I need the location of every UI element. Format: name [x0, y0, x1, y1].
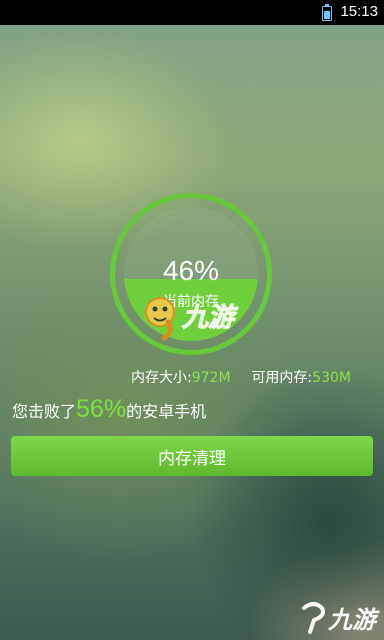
- watermark-text: 九游: [181, 303, 239, 333]
- status-time: 15:13: [340, 3, 378, 20]
- memory-clean-button[interactable]: 内存清理: [11, 436, 373, 476]
- beat-prefix: 您击败了: [12, 402, 77, 421]
- beat-percent: 56%: [76, 395, 127, 423]
- beat-suffix: 的安卓手机: [126, 402, 207, 421]
- status-bar: 15:13: [0, 0, 384, 25]
- corner-watermark-text: 九游: [327, 606, 380, 634]
- jiuyou-corner-watermark: 九游: [302, 602, 380, 634]
- available-memory-value: 530M: [312, 370, 351, 386]
- total-memory-label: 内存大小:: [131, 370, 192, 386]
- total-memory-value: 972M: [191, 370, 231, 386]
- memory-info: 内存大小:972M 可用内存:530M: [131, 367, 351, 387]
- battery-charging-icon: [322, 4, 332, 21]
- beat-statement: 您击败了56%的安卓手机: [12, 395, 206, 424]
- jiuyou-watermark-logo: 九游: [145, 297, 240, 341]
- available-memory-label: 可用内存:: [251, 370, 313, 386]
